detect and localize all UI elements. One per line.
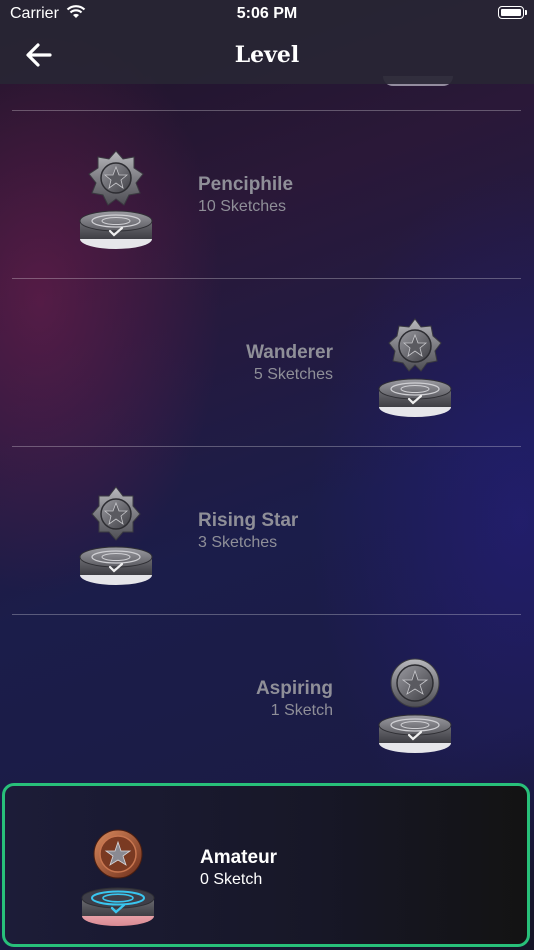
star-medal-badge-icon [79,486,153,585]
status-bar: Carrier 5:06 PM [0,0,534,28]
level-sketch-count: 5 Sketches [253,366,333,383]
level-row-amateur-selected[interactable]: Amateur 0 Sketch [2,783,530,947]
level-row-rising-star[interactable]: Rising Star 3 Sketches [0,447,534,614]
level-sketch-count: 3 Sketches [198,534,278,551]
battery-icon [498,6,527,19]
level-info: Penciphile 10 Sketches [198,173,293,217]
star-medal-badge-icon [378,318,452,417]
level-name: Amateur [200,847,278,868]
level-info: Wanderer 5 Sketches [246,341,333,385]
level-info: Amateur 0 Sketch [200,846,277,890]
level-name: Aspiring [255,678,333,699]
page-title: Level [234,42,300,68]
level-name: Rising Star [198,510,299,531]
status-time: 5:06 PM [236,5,298,22]
level-info: Aspiring 1 Sketch [256,677,333,721]
level-row-aspiring[interactable]: Aspiring 1 Sketch [0,615,534,782]
level-sketch-count: 10 Sketches [198,198,287,215]
level-info: Rising Star 3 Sketches [198,509,298,553]
star-medal-badge-icon [79,150,153,249]
level-name: Penciphile [198,174,294,195]
level-row-penciphile[interactable]: Penciphile 10 Sketches [0,111,534,278]
bronze-star-medal-icon [81,829,155,926]
star-medal-round-icon [378,658,452,753]
level-sketch-count: 1 Sketch [270,702,333,719]
level-name: Wanderer [246,342,333,363]
level-sketch-count: 0 Sketch [200,871,263,888]
level-row-wanderer[interactable]: Wanderer 5 Sketches [0,279,534,446]
